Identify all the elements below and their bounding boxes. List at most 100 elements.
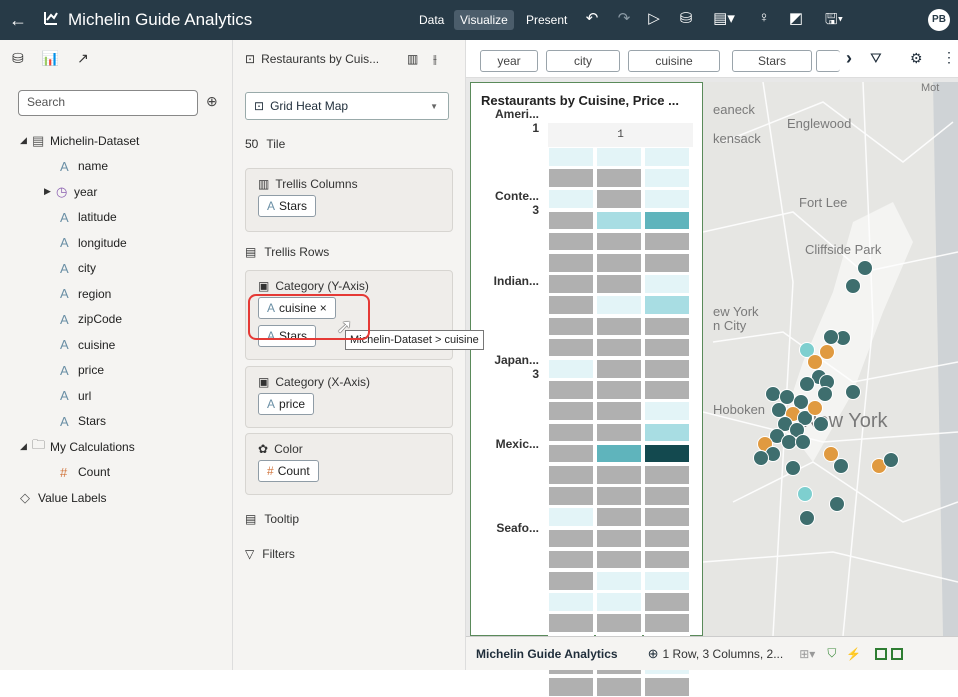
map-marker[interactable]	[799, 376, 815, 392]
tree-item-dataset[interactable]: ◢ ▤ Michelin-Dataset	[0, 128, 233, 154]
heat-cell[interactable]	[596, 210, 642, 231]
map-marker[interactable]	[785, 460, 801, 476]
expand-icon[interactable]: ◢	[20, 135, 32, 146]
filter-cuisine[interactable]: cuisine	[628, 50, 720, 72]
heat-cell[interactable]	[548, 465, 594, 485]
mode-present-tab[interactable]: Present	[520, 10, 573, 30]
heat-cell[interactable]	[644, 443, 690, 464]
heat-cell[interactable]	[596, 401, 642, 421]
mode-data-tab[interactable]: Data	[413, 10, 450, 30]
map-marker[interactable]	[823, 446, 839, 462]
heat-cell[interactable]	[548, 147, 594, 167]
play-icon[interactable]: ▷	[644, 9, 664, 27]
auto-apply-icon[interactable]: ⚙	[910, 50, 923, 67]
map-marker[interactable]	[883, 452, 899, 468]
trellis-rows-zone[interactable]: ▤ Trellis Rows	[245, 245, 329, 259]
heat-cell[interactable]	[548, 613, 594, 633]
heat-cell[interactable]	[596, 189, 642, 209]
map-marker[interactable]	[779, 389, 795, 405]
tree-item-city[interactable]: Acity	[0, 256, 233, 282]
map-viz[interactable]: eaneck Englewood kensack Fort Lee Cliffs…	[703, 82, 958, 636]
redo-icon[interactable]: ↷	[614, 9, 634, 27]
data-tab-icon[interactable]: ⛁	[12, 50, 24, 67]
heat-cell[interactable]	[596, 592, 642, 612]
trellis-columns-zone[interactable]: ▥ Trellis Columns A Stars	[245, 168, 453, 232]
heat-cell[interactable]	[596, 613, 642, 633]
heat-cell[interactable]	[644, 677, 690, 697]
viz-type-select[interactable]: ⊡ Grid Heat Map ▼	[245, 92, 449, 120]
undo-icon[interactable]: ↶	[582, 9, 602, 27]
heat-cell[interactable]	[644, 168, 690, 188]
heat-cell[interactable]	[644, 210, 690, 231]
map-marker[interactable]	[817, 386, 833, 402]
tree-item-latitude[interactable]: Alatitude	[0, 205, 233, 231]
heat-cell[interactable]	[596, 465, 642, 485]
filter-city[interactable]: city	[546, 50, 620, 72]
heat-cell[interactable]	[644, 337, 690, 358]
heat-cell[interactable]	[596, 486, 642, 506]
mode-visualize-tab[interactable]: Visualize	[454, 10, 514, 30]
heat-cell[interactable]	[548, 422, 594, 443]
heat-cell[interactable]	[644, 274, 690, 294]
filter-settings-icon[interactable]: ⫲	[433, 52, 437, 67]
pill-price[interactable]: Aprice	[258, 393, 315, 415]
heat-cell[interactable]	[644, 359, 690, 379]
map-marker[interactable]	[771, 402, 787, 418]
heat-cell[interactable]	[644, 528, 690, 549]
add-data-icon[interactable]: ⊕	[206, 93, 218, 110]
map-marker[interactable]	[753, 450, 769, 466]
heat-cell[interactable]	[596, 147, 642, 167]
filter-partial[interactable]	[816, 50, 840, 72]
heat-cell[interactable]	[596, 528, 642, 549]
insights-bulb-icon[interactable]: ♀	[754, 9, 774, 26]
map-marker[interactable]	[833, 458, 849, 474]
auto-icon[interactable]: ⚡	[846, 647, 861, 661]
tree-item-stars[interactable]: A Stars	[0, 409, 233, 435]
heat-cell[interactable]	[644, 316, 690, 337]
heat-cell[interactable]	[548, 359, 594, 379]
export-icon[interactable]: ◩	[786, 9, 806, 27]
pill-stars-columns[interactable]: A Stars	[258, 195, 317, 217]
heat-cell[interactable]	[644, 486, 690, 506]
tree-item-longitude[interactable]: Alongitude	[0, 230, 233, 256]
heat-cell[interactable]	[596, 359, 642, 379]
search-input[interactable]: Search	[18, 90, 198, 116]
heat-cell[interactable]	[644, 571, 690, 591]
heat-cell[interactable]	[644, 465, 690, 485]
heat-cell[interactable]	[548, 443, 594, 464]
color-zone[interactable]: ✿ Color # Count	[245, 433, 453, 495]
heat-cell[interactable]	[644, 147, 690, 167]
map-marker[interactable]	[845, 384, 861, 400]
heat-cell[interactable]	[644, 295, 690, 315]
heat-cell[interactable]	[596, 549, 642, 570]
map-marker[interactable]	[765, 386, 781, 402]
map-marker[interactable]	[799, 510, 815, 526]
map-marker[interactable]	[807, 354, 823, 370]
heat-cell[interactable]	[548, 231, 594, 252]
refresh-data-icon[interactable]: ⛁	[676, 9, 696, 27]
tree-item-price[interactable]: Aprice	[0, 358, 233, 384]
grid-toggle-icon[interactable]: ⊞▾	[799, 647, 815, 661]
layout-double-icon[interactable]	[891, 647, 904, 660]
tree-item-name[interactable]: Aname	[0, 154, 233, 180]
heat-cell[interactable]	[548, 549, 594, 570]
heat-cell[interactable]	[596, 253, 642, 273]
map-marker[interactable]	[823, 329, 839, 345]
heat-cell[interactable]	[596, 316, 642, 337]
heat-cell[interactable]	[548, 253, 594, 273]
tree-item-zipcode[interactable]: AzipCode	[0, 307, 233, 333]
category-x-zone[interactable]: ▣ Category (X-Axis) Aprice	[245, 366, 453, 428]
heat-cell[interactable]	[596, 274, 642, 294]
analytics-tab-icon[interactable]: ↗	[77, 50, 89, 67]
map-marker[interactable]	[797, 486, 813, 502]
properties-icon[interactable]: ▥	[407, 52, 418, 66]
map-marker[interactable]	[829, 496, 845, 512]
heat-cell[interactable]	[596, 231, 642, 252]
tree-item-value-labels[interactable]: ◇ Value Labels	[0, 485, 233, 511]
heatmap-viz[interactable]: Restaurants by Cuisine, Price ... 1 Amer…	[470, 82, 703, 697]
heat-cell[interactable]	[548, 337, 594, 358]
user-avatar[interactable]: PB	[928, 9, 950, 31]
heat-cell[interactable]	[548, 189, 594, 209]
filter-funnel-icon[interactable]: ⛛	[870, 50, 882, 67]
heat-cell[interactable]	[596, 295, 642, 315]
